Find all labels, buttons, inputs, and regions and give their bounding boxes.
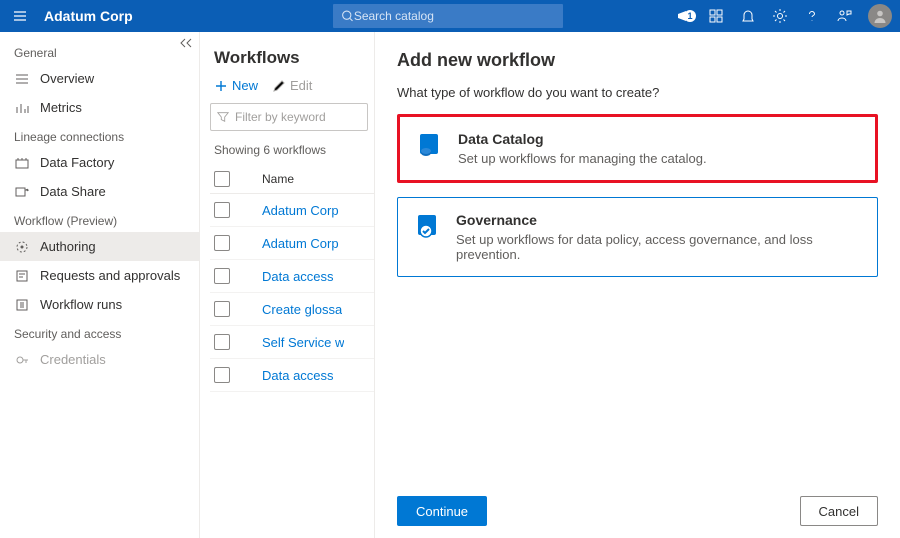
new-workflow-button[interactable]: New [214, 78, 258, 93]
plus-icon [214, 79, 228, 93]
row-checkbox[interactable] [214, 268, 230, 284]
avatar-icon [872, 8, 888, 24]
authoring-icon [14, 240, 30, 254]
question-icon [804, 8, 820, 24]
sidebar-item-label: Data Factory [40, 155, 114, 170]
sidebar-item-label: Overview [40, 71, 94, 86]
feedback-icon[interactable] [828, 8, 860, 24]
sidebar-item-label: Workflow runs [40, 297, 122, 312]
workflow-type-data-catalog[interactable]: Data Catalog Set up workflows for managi… [397, 114, 878, 183]
card-desc: Set up workflows for data policy, access… [456, 232, 861, 262]
workflow-link[interactable]: Adatum Corp [242, 236, 339, 251]
user-avatar[interactable] [868, 4, 892, 28]
select-all-checkbox[interactable] [214, 171, 230, 187]
search-input[interactable] [354, 9, 555, 23]
sidebar-item-label: Data Share [40, 184, 106, 199]
sidebar-section-workflow: Workflow (Preview) [0, 206, 199, 232]
sidebar-section-lineage: Lineage connections [0, 122, 199, 148]
credentials-icon [14, 353, 30, 367]
workflow-table-header: Name [210, 165, 374, 194]
requests-icon [14, 269, 30, 283]
panel-prompt: What type of workflow do you want to cre… [397, 85, 878, 100]
bell-icon [740, 8, 756, 24]
card-title: Governance [456, 212, 861, 228]
hamburger-icon [12, 8, 28, 24]
help-icon[interactable] [796, 8, 828, 24]
row-checkbox[interactable] [214, 202, 230, 218]
workflow-link[interactable]: Create glossa [242, 302, 342, 317]
workflow-count: Showing 6 workflows [210, 137, 374, 165]
sidebar-item-label: Requests and approvals [40, 268, 180, 283]
sidebar-item-data-factory[interactable]: Data Factory [0, 148, 199, 177]
continue-button[interactable]: Continue [397, 496, 487, 526]
sidebar: General Overview Metrics Lineage connect… [0, 32, 200, 538]
notification-badge: 1 [684, 10, 696, 22]
sidebar-item-requests[interactable]: Requests and approvals [0, 261, 199, 290]
sidebar-section-general: General [0, 38, 199, 64]
sidebar-item-label: Metrics [40, 100, 82, 115]
governance-icon [414, 212, 442, 240]
metrics-icon [14, 101, 30, 115]
grid-icon [708, 8, 724, 24]
sidebar-item-credentials[interactable]: Credentials [0, 345, 199, 374]
cancel-button[interactable]: Cancel [800, 496, 878, 526]
sidebar-item-overview[interactable]: Overview [0, 64, 199, 93]
sidebar-section-security: Security and access [0, 319, 199, 345]
row-checkbox[interactable] [214, 235, 230, 251]
workflows-title: Workflows [210, 44, 374, 78]
notifications-icon[interactable] [732, 8, 764, 24]
workflows-column: Workflows New Edit Filter by keyword Sho… [200, 32, 375, 538]
workflow-type-governance[interactable]: Governance Set up workflows for data pol… [397, 197, 878, 277]
announcements-icon[interactable]: 1 [668, 8, 700, 24]
diagnostics-icon[interactable] [700, 8, 732, 24]
workflow-row[interactable]: Self Service w [210, 326, 374, 359]
workflow-link[interactable]: Adatum Corp [242, 203, 339, 218]
add-workflow-panel: Add new workflow What type of workflow d… [375, 32, 900, 538]
topbar: Adatum Corp 1 [0, 0, 900, 32]
filter-icon [217, 111, 229, 123]
card-title: Data Catalog [458, 131, 707, 147]
card-desc: Set up workflows for managing the catalo… [458, 151, 707, 166]
search-box[interactable] [333, 4, 563, 28]
workflow-row[interactable]: Adatum Corp [210, 227, 374, 260]
workflow-link[interactable]: Data access [242, 269, 334, 284]
brand-title: Adatum Corp [40, 8, 133, 24]
gear-icon [772, 8, 788, 24]
workflow-link[interactable]: Self Service w [242, 335, 344, 350]
edit-label: Edit [290, 78, 312, 93]
edit-workflow-button[interactable]: Edit [272, 78, 312, 93]
runs-icon [14, 298, 30, 312]
new-label: New [232, 78, 258, 93]
workflow-row[interactable]: Data access [210, 260, 374, 293]
data-share-icon [14, 185, 30, 199]
data-factory-icon [14, 156, 30, 170]
overview-icon [14, 72, 30, 86]
sidebar-item-data-share[interactable]: Data Share [0, 177, 199, 206]
sidebar-item-authoring[interactable]: Authoring [0, 232, 199, 261]
row-checkbox[interactable] [214, 367, 230, 383]
sidebar-item-label: Credentials [40, 352, 106, 367]
person-feedback-icon [836, 8, 852, 24]
workflow-row[interactable]: Adatum Corp [210, 194, 374, 227]
settings-icon[interactable] [764, 8, 796, 24]
row-checkbox[interactable] [214, 301, 230, 317]
sidebar-item-runs[interactable]: Workflow runs [0, 290, 199, 319]
workflow-link[interactable]: Data access [242, 368, 334, 383]
pencil-icon [272, 79, 286, 93]
panel-title: Add new workflow [397, 50, 878, 71]
chevron-double-left-icon [179, 38, 193, 48]
data-catalog-icon [416, 131, 444, 159]
sidebar-item-metrics[interactable]: Metrics [0, 93, 199, 122]
search-icon [341, 9, 354, 23]
hamburger-menu[interactable] [0, 8, 40, 24]
sidebar-item-label: Authoring [40, 239, 96, 254]
column-name: Name [242, 172, 294, 186]
workflow-row[interactable]: Data access [210, 359, 374, 392]
workflow-row[interactable]: Create glossa [210, 293, 374, 326]
filter-input[interactable]: Filter by keyword [210, 103, 368, 131]
row-checkbox[interactable] [214, 334, 230, 350]
filter-placeholder: Filter by keyword [235, 110, 326, 124]
sidebar-collapse[interactable] [179, 38, 193, 48]
